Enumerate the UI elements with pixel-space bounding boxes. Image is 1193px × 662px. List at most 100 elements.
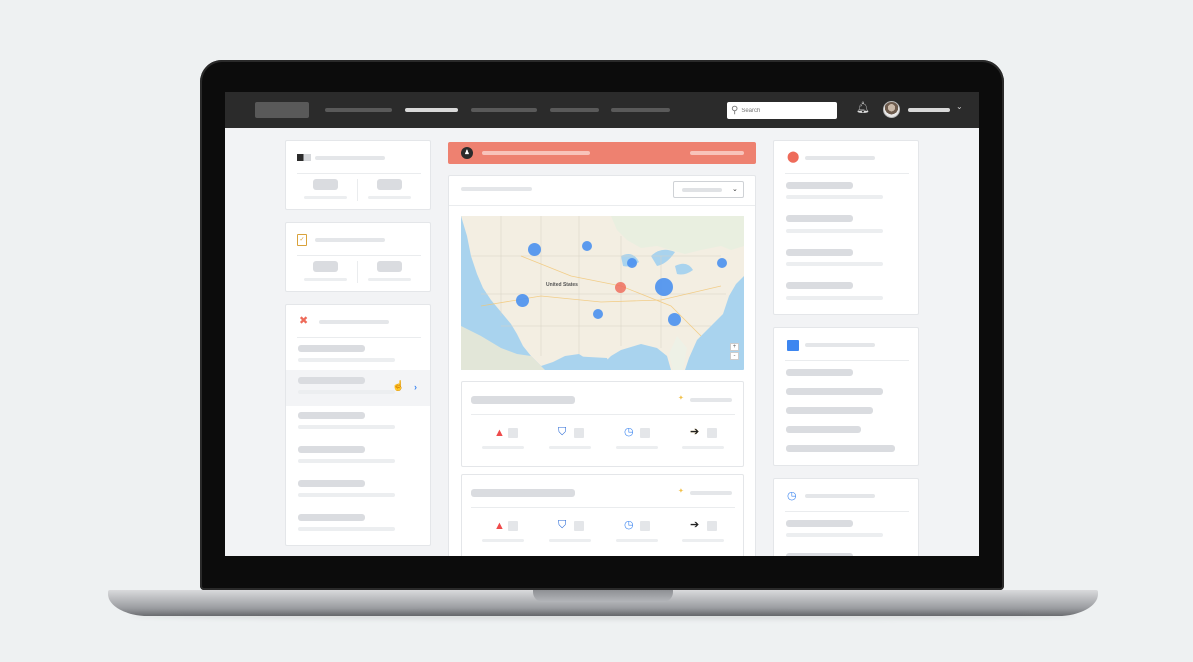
detail-line xyxy=(786,445,895,452)
divider xyxy=(785,360,909,361)
list-item-subtitle xyxy=(786,262,883,266)
map-marker-alert[interactable] xyxy=(615,282,626,293)
search-icon: ⚲ xyxy=(731,104,739,116)
app-screen: ⚲ 🔔︎ ⌄ ✓ xyxy=(225,92,979,556)
list-item-subtitle xyxy=(786,296,883,300)
list-item-title xyxy=(298,446,365,453)
list-item-subtitle xyxy=(786,533,883,537)
nav-item-1[interactable] xyxy=(325,108,392,112)
hand-cursor-icon: ☝ xyxy=(392,381,405,392)
map-marker[interactable] xyxy=(668,313,681,326)
divider xyxy=(785,511,909,512)
stat-card-tag xyxy=(690,491,732,495)
location-pin-icon: ⬤ xyxy=(787,151,800,163)
stat-label xyxy=(682,446,724,449)
map-marker[interactable] xyxy=(582,241,592,251)
divider xyxy=(297,255,421,256)
stat-card: ✦ ▲ ⛉ ◷ ➔ xyxy=(461,381,744,467)
list-item-title xyxy=(298,412,365,419)
list-item-title xyxy=(298,377,365,384)
card-title xyxy=(319,320,389,324)
nav-item-2-active[interactable] xyxy=(405,108,458,112)
map-country-label: United States xyxy=(546,282,578,288)
user-name[interactable] xyxy=(908,108,950,112)
card-title xyxy=(805,494,875,498)
stat-value xyxy=(707,521,717,531)
metric-label xyxy=(368,196,411,199)
bell-icon[interactable]: 🔔︎ xyxy=(856,103,870,114)
list-item-subtitle xyxy=(786,195,883,199)
list-item-selected[interactable]: ☝ › xyxy=(286,370,430,406)
right-card-time: ◷ xyxy=(773,478,919,556)
card-title xyxy=(805,156,875,160)
clock-icon: ◷ xyxy=(624,426,634,438)
map-marker[interactable] xyxy=(655,278,673,296)
map-marker[interactable] xyxy=(516,294,529,307)
list-item-subtitle xyxy=(298,459,395,463)
shield-icon: ⛉ xyxy=(558,426,567,438)
alert-action[interactable] xyxy=(690,151,744,155)
right-card-locations: ⬤ xyxy=(773,140,919,315)
arrow-right-icon: ➔ xyxy=(690,426,700,438)
list-item-title xyxy=(298,345,365,352)
card-title xyxy=(805,343,875,347)
list-item-title xyxy=(786,553,853,556)
stat-label xyxy=(616,539,658,542)
metric-value xyxy=(313,261,338,272)
metric-value xyxy=(377,179,402,190)
laptop-notch xyxy=(533,590,673,602)
us-map[interactable]: United States + - xyxy=(461,216,744,370)
list-item-subtitle xyxy=(298,527,395,531)
panel-title xyxy=(461,187,532,191)
alarm-icon: ▲ xyxy=(494,520,505,532)
detail-line xyxy=(786,426,861,433)
stat-value xyxy=(574,521,584,531)
laptop-shadow xyxy=(130,612,1076,620)
metric-label xyxy=(304,196,347,199)
id-card-icon xyxy=(297,154,311,161)
nav-item-3[interactable] xyxy=(471,108,537,112)
nav-item-4[interactable] xyxy=(550,108,599,112)
chevron-down-icon: ⌄ xyxy=(732,186,738,193)
map-marker[interactable] xyxy=(528,243,541,256)
stat-label xyxy=(549,446,591,449)
clipboard-icon: ✓ xyxy=(297,234,307,246)
card-title xyxy=(315,238,385,242)
zoom-out-button[interactable]: - xyxy=(730,352,739,360)
divider xyxy=(471,507,735,508)
zoom-in-button[interactable]: + xyxy=(730,343,739,351)
map-marker[interactable] xyxy=(593,309,603,319)
divider xyxy=(357,261,358,283)
alarm-icon: ▲ xyxy=(494,427,505,439)
search-box[interactable]: ⚲ xyxy=(727,102,837,119)
person-alert-icon: ♟ xyxy=(461,147,473,159)
top-navigation-bar: ⚲ 🔔︎ ⌄ xyxy=(225,92,979,128)
chevron-down-icon[interactable]: ⌄ xyxy=(956,103,963,111)
arrow-right-icon: ➔ xyxy=(690,519,700,531)
metric-value xyxy=(313,179,338,190)
map-marker[interactable] xyxy=(717,258,727,268)
stat-value xyxy=(640,428,650,438)
filter-dropdown[interactable]: ⌄ xyxy=(673,181,744,198)
metric-value xyxy=(377,261,402,272)
list-item-title xyxy=(298,514,365,521)
shield-icon: ⛉ xyxy=(558,519,567,531)
list-item-subtitle xyxy=(298,425,395,429)
chevron-right-icon[interactable]: › xyxy=(414,382,417,392)
stage: ⚲ 🔔︎ ⌄ ✓ xyxy=(0,0,1193,662)
avatar[interactable] xyxy=(883,101,900,118)
app-logo[interactable] xyxy=(255,102,309,118)
stat-value xyxy=(640,521,650,531)
stat-value xyxy=(508,521,518,531)
stat-card-title xyxy=(471,489,575,497)
nav-item-5[interactable] xyxy=(611,108,670,112)
left-card-1 xyxy=(285,140,431,210)
search-input[interactable] xyxy=(741,107,832,114)
stat-value xyxy=(707,428,717,438)
alert-banner[interactable]: ♟ xyxy=(448,142,756,164)
lightbulb-icon: ✦ xyxy=(678,395,684,402)
left-card-3-list: ✖ ☝ › xyxy=(285,304,431,546)
map-marker[interactable] xyxy=(627,258,637,268)
stat-label xyxy=(549,539,591,542)
divider xyxy=(357,179,358,201)
